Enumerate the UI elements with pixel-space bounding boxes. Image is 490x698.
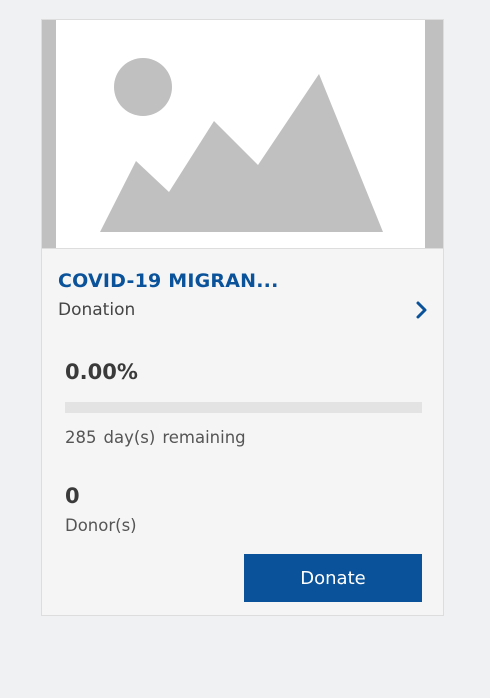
donate-button[interactable]: Donate: [244, 554, 422, 602]
image-placeholder-icon: [100, 58, 383, 232]
days-count: 285: [65, 428, 97, 447]
days-suffix: remaining: [162, 428, 246, 447]
donor-count: 0: [65, 484, 80, 508]
campaign-image[interactable]: [42, 20, 443, 249]
donor-label: Donor(s): [65, 516, 137, 535]
days-unit: day(s): [103, 428, 156, 447]
campaign-title[interactable]: COVID-19 MIGRAN...: [58, 270, 279, 292]
progress-percent: 0.00%: [65, 360, 138, 384]
chevron-right-icon[interactable]: [413, 300, 431, 320]
progress-bar: [65, 402, 422, 413]
days-remaining: 285 day(s) remaining: [65, 428, 253, 447]
campaign-card: COVID-19 MIGRAN... Donation 0.00% 285 day…: [41, 19, 444, 616]
campaign-category: Donation: [58, 300, 136, 320]
